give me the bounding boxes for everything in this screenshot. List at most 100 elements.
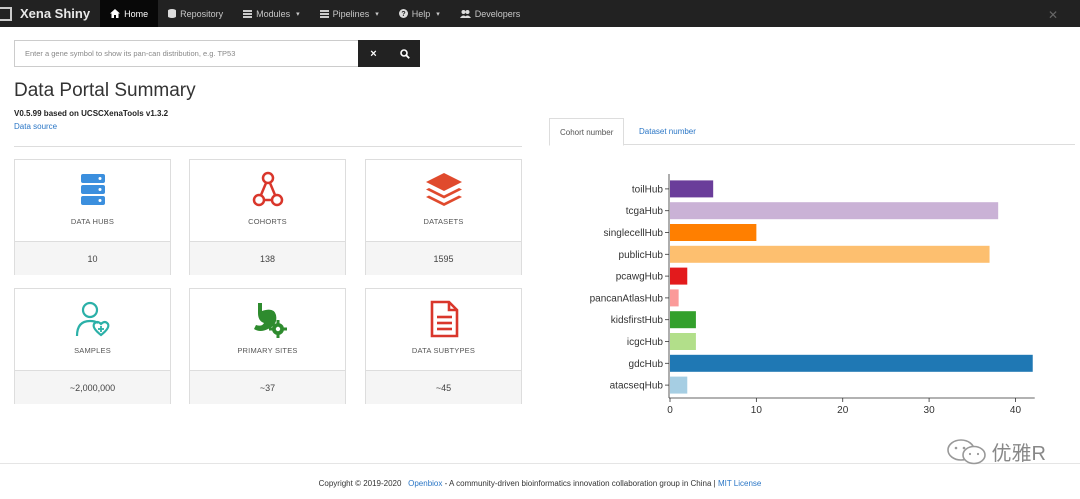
y-tick-label: singlecellHub (604, 228, 664, 239)
nav-repository-label: Repository (180, 8, 224, 19)
card-label: DATASETS (423, 217, 464, 226)
y-tick-label: pancanAtlasHub (590, 293, 664, 304)
nav-developers-label: Developers (474, 8, 521, 19)
card-value: 138 (190, 241, 345, 275)
close-icon[interactable]: ✕ (1048, 8, 1058, 22)
nav-home-label: Home (124, 8, 149, 19)
brand-title: Xena Shiny (20, 6, 91, 21)
data-source-link[interactable]: Data source (14, 122, 57, 131)
list-icon (319, 9, 329, 18)
chevron-down-icon: ▾ (436, 10, 440, 18)
card-samples: SAMPLES ~2,000,000 (14, 288, 171, 404)
home-icon (110, 9, 121, 18)
divider (14, 146, 522, 147)
card-data-subtypes: DATA SUBTYPES ~45 (365, 288, 522, 404)
y-tick-label: tcgaHub (626, 206, 664, 217)
card-label: DATA HUBS (70, 217, 115, 226)
bar-tcgaHub[interactable] (670, 202, 999, 220)
footer-copyright: Copyright © 2019-2020 (318, 479, 402, 488)
list-icon (243, 9, 253, 18)
tab-label: Dataset number (639, 127, 696, 136)
x-tick-label: 20 (837, 405, 849, 416)
nav-repository[interactable]: Repository (158, 0, 233, 27)
question-circle-icon: ? (398, 9, 408, 18)
gene-search-input[interactable] (14, 40, 358, 67)
card-label: DATA SUBTYPES (411, 346, 476, 355)
tab-cohort-number[interactable]: Cohort number (549, 118, 625, 146)
brand-logo-icon (0, 6, 12, 21)
y-tick-label: kidsfirstHub (611, 315, 664, 326)
card-data-hubs: DATA HUBS 10 (14, 159, 171, 275)
database-icon (168, 9, 177, 18)
bar-atacseqHub[interactable] (670, 376, 688, 394)
y-tick-label: icgcHub (627, 337, 664, 348)
card-value: 1595 (366, 241, 521, 275)
card-label: SAMPLES (74, 346, 111, 355)
bar-icgcHub[interactable] (670, 333, 696, 350)
bar-kidsfirstHub[interactable] (670, 311, 696, 329)
x-tick-label: 30 (924, 405, 936, 416)
gene-search: × (14, 40, 420, 67)
nav-pipelines-label: Pipelines (332, 8, 370, 19)
top-navbar: Xena Shiny Home Repository Modules ▾ Pip… (0, 0, 1080, 27)
bar-publicHub[interactable] (670, 245, 990, 263)
card-label: PRIMARY SITES (237, 346, 298, 355)
footer: Copyright © 2019-2020 Openbiox - A commu… (0, 479, 1080, 488)
openbiox-link[interactable]: Openbiox (408, 479, 442, 488)
stomach-gear-icon (253, 303, 287, 338)
page-title: Data Portal Summary (14, 80, 196, 101)
bar-toilHub[interactable] (670, 180, 714, 198)
watermark-text: 优雅R (991, 443, 1046, 465)
server-stack-icon (80, 174, 105, 205)
tab-dataset-number[interactable]: Dataset number (629, 118, 706, 145)
search-icon (399, 48, 410, 59)
card-value: 10 (15, 241, 170, 275)
wechat-icon (946, 438, 986, 464)
chevron-down-icon: ▾ (296, 10, 300, 18)
y-tick-label: atacseqHub (610, 381, 664, 392)
bar-singlecellHub[interactable] (670, 224, 757, 241)
clear-search-button[interactable]: × (358, 40, 389, 67)
y-tick-label: publicHub (619, 250, 664, 261)
watermark: 优雅R (946, 437, 1046, 466)
card-primary-sites: PRIMARY SITES ~37 (189, 288, 346, 404)
x-tick-label: 40 (1010, 405, 1022, 416)
users-icon (459, 9, 471, 18)
cohort-number-chart: toilHub tcgaHub singlecellHub publicHub pcaw… (590, 174, 1035, 416)
card-cohorts: COHORTS 138 (189, 159, 346, 275)
clear-icon: × (370, 47, 377, 60)
bar-pancanAtlasHub[interactable] (670, 289, 679, 307)
chart-tabs: Cohort number Dataset number (549, 118, 1075, 146)
version-text: V0.5.99 based on UCSCXenaTools v1.3.2 (14, 109, 169, 118)
card-label: COHORTS (248, 217, 287, 226)
brand[interactable]: Xena Shiny (0, 0, 100, 27)
card-datasets: DATASETS 1595 (365, 159, 522, 275)
card-value: ~37 (190, 370, 345, 404)
tab-label: Cohort number (560, 127, 614, 137)
search-button[interactable] (389, 40, 420, 67)
nav-help[interactable]: ? Help ▾ (389, 0, 450, 27)
x-tick-label: 10 (751, 405, 763, 416)
y-tick-label: toilHub (632, 184, 664, 195)
card-value: ~2,000,000 (15, 370, 170, 404)
nav-home[interactable]: Home (100, 0, 159, 27)
nav-developers[interactable]: Developers (450, 0, 531, 27)
license-link[interactable]: MIT License (718, 479, 761, 488)
chevron-down-icon: ▾ (375, 10, 379, 18)
nav-help-label: Help (411, 8, 431, 19)
y-tick-label: gdcHub (629, 359, 664, 370)
x-tick-label: 0 (667, 405, 673, 416)
svg-text:?: ? (401, 11, 405, 18)
footer-description: - A community-driven bioinformatics inno… (442, 479, 718, 488)
layers-icon (425, 173, 462, 206)
nav-pipelines[interactable]: Pipelines ▾ (310, 0, 389, 27)
nav-modules[interactable]: Modules ▾ (233, 0, 310, 27)
nav-modules-label: Modules (256, 8, 291, 19)
user-medical-icon (75, 301, 109, 337)
y-tick-label: pcawgHub (616, 272, 664, 283)
card-value: ~45 (366, 370, 521, 404)
bar-pcawgHub[interactable] (670, 267, 688, 285)
bar-gdcHub[interactable] (670, 354, 1033, 372)
file-text-icon (430, 300, 458, 338)
footer-divider (0, 463, 1080, 464)
